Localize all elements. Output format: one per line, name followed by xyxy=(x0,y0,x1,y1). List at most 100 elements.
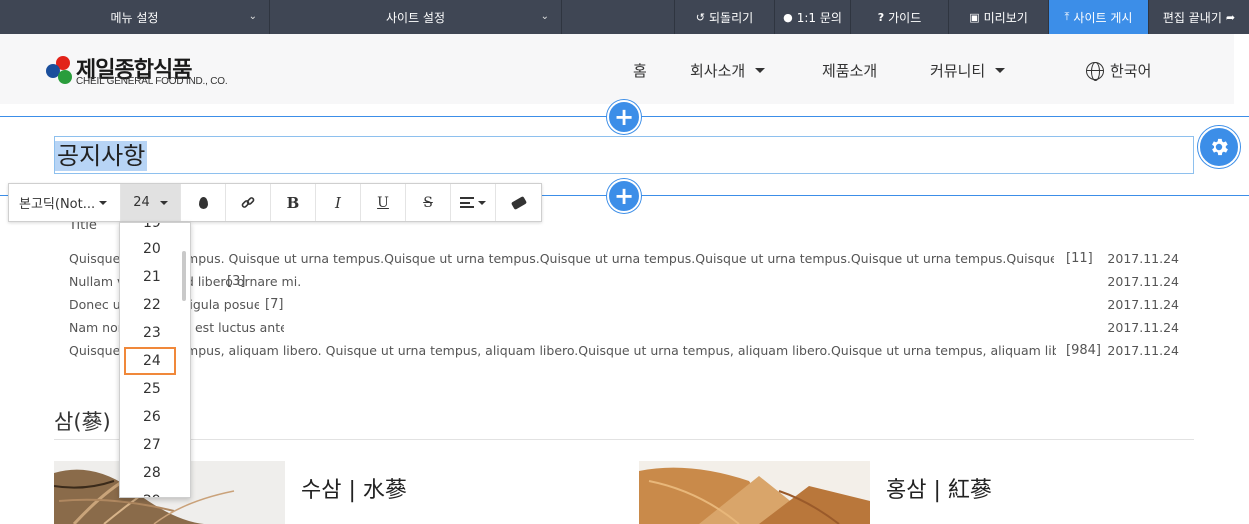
inquiry-label: 1:1 문의 xyxy=(796,10,842,25)
upload-circle-icon: ⤒ xyxy=(1064,10,1070,23)
product-name-red-ginseng[interactable]: 홍삼 | 紅蔘 xyxy=(886,472,992,504)
comment-count: [3] xyxy=(227,273,246,289)
board-row[interactable]: Donec ut lorem at ligula posuere id mi p… xyxy=(69,294,1179,314)
undo-button[interactable]: ↺ 되돌리기 xyxy=(675,0,775,34)
post-date: 2017.11.24 xyxy=(1107,273,1179,289)
nav-item-products[interactable]: 제품소개 xyxy=(822,60,877,81)
font-size-option[interactable]: 23 xyxy=(120,319,180,347)
nav-item-community[interactable]: 커뮤니티 xyxy=(930,60,1006,81)
bold-icon: B xyxy=(286,193,300,212)
italic-button[interactable]: I xyxy=(316,184,361,221)
clear-format-button[interactable] xyxy=(496,184,541,221)
caret-down-icon xyxy=(478,200,486,205)
gear-icon xyxy=(1212,138,1228,156)
underline-icon: U xyxy=(377,194,389,211)
exit-edit-button[interactable]: 편집 끝내기 ➦ xyxy=(1149,0,1249,34)
globe-icon xyxy=(1086,61,1104,81)
strikethrough-button[interactable]: S xyxy=(406,184,451,221)
text-editor-toolbar: 본고딕(Not... 24 B I U S xyxy=(8,183,542,222)
publish-label: 사이트 게시 xyxy=(1073,10,1133,25)
language-selector[interactable]: 한국어 xyxy=(1086,60,1151,81)
admin-toolbar: 메뉴 설정 ⌄ 사이트 설정 ⌄ ↺ 되돌리기 ● 1:1 문의 ? 가이드 ▣… xyxy=(0,0,1249,34)
board-row[interactable]: Nam non mauris ac est luctus ante accums… xyxy=(69,317,1179,337)
font-size-option[interactable]: 27 xyxy=(120,431,180,459)
font-size-option[interactable]: 28 xyxy=(120,459,180,487)
preview-label: 미리보기 xyxy=(983,10,1028,25)
font-size-select[interactable]: 24 xyxy=(121,184,181,221)
preview-button[interactable]: ▣ 미리보기 xyxy=(949,0,1049,34)
nav-item-company[interactable]: 회사소개 xyxy=(690,60,766,81)
link-button[interactable] xyxy=(226,184,271,221)
eraser-icon xyxy=(510,195,527,210)
board-row[interactable]: Nullam vel ante sed libero ornare mi. [3… xyxy=(69,271,1179,291)
category-divider xyxy=(54,439,1194,440)
undo-icon: ↺ xyxy=(695,10,706,24)
chevron-down-icon: ⌄ xyxy=(248,11,257,22)
publish-button[interactable]: ⤒ 사이트 게시 xyxy=(1049,0,1149,34)
strikethrough-icon: S xyxy=(423,194,433,211)
logo-mark-icon xyxy=(46,56,74,86)
comment-count: [7] xyxy=(265,296,284,312)
board-row[interactable]: Quisque ut urna tempus. Quisque ut urna … xyxy=(69,248,1179,268)
site-settings-label: 사이트 설정 xyxy=(385,10,445,25)
logo-subtitle: CHEIL GENERAL FOOD IND., CO. xyxy=(76,76,228,87)
comment-count: [11] xyxy=(1066,250,1093,266)
font-size-option[interactable]: 21 xyxy=(120,263,180,291)
align-left-icon xyxy=(460,197,474,208)
red-ginseng-image[interactable] xyxy=(639,461,870,524)
underline-button[interactable]: U xyxy=(361,184,406,221)
chevron-down-icon: ⌄ xyxy=(540,11,549,22)
admin-bar-spacer xyxy=(562,0,675,34)
board-row[interactable]: Quisque ut urna tempus, aliquam libero. … xyxy=(69,340,1179,360)
exit-edit-label: 편집 끝내기 xyxy=(1162,10,1222,25)
color-drop-icon xyxy=(198,196,208,209)
post-date: 2017.11.24 xyxy=(1107,250,1179,266)
align-button[interactable] xyxy=(451,184,496,221)
share-arrow-icon: ➦ xyxy=(1225,10,1236,24)
font-size-option[interactable]: 20 xyxy=(120,235,180,263)
plus-icon: + xyxy=(613,182,635,210)
dropdown-scrollbar[interactable] xyxy=(182,251,186,301)
nav-community-label: 커뮤니티 xyxy=(930,62,986,80)
font-size-option-selected[interactable]: 24 xyxy=(124,347,176,375)
caret-down-icon xyxy=(755,68,766,73)
font-size-option[interactable]: 25 xyxy=(120,375,180,403)
product-name-fresh-ginseng[interactable]: 수삼 | 水蔘 xyxy=(301,472,407,504)
add-section-button-top[interactable]: + xyxy=(607,100,641,134)
font-family-value: 본고딕(Not... xyxy=(19,197,96,212)
caret-down-icon xyxy=(995,68,1006,73)
red-ginseng-photo xyxy=(639,461,870,524)
guide-button[interactable]: ? 가이드 xyxy=(851,0,949,34)
section-title[interactable]: 공지사항 xyxy=(55,141,148,171)
inquiry-button[interactable]: ● 1:1 문의 xyxy=(775,0,851,34)
font-size-option[interactable]: 26 xyxy=(120,403,180,431)
board-row-title[interactable]: Quisque ut urna tempus, aliquam libero. … xyxy=(69,343,1056,358)
site-header: 제일종합식품 CHEIL GENERAL FOOD IND., CO. 홈 회사… xyxy=(0,34,1234,104)
italic-icon: I xyxy=(335,193,341,212)
section-settings-button[interactable] xyxy=(1198,126,1240,168)
monitor-icon: ▣ xyxy=(969,10,980,24)
caret-down-icon xyxy=(159,200,168,205)
undo-label: 되돌리기 xyxy=(709,10,754,25)
section-title-editor[interactable]: 공지사항 xyxy=(54,136,1194,174)
font-size-dropdown[interactable]: 19 20 21 22 23 24 25 26 27 28 29 xyxy=(119,222,191,498)
language-label: 한국어 xyxy=(1110,62,1152,80)
site-settings-dropdown[interactable]: 사이트 설정 ⌄ xyxy=(270,0,562,34)
comment-count: [984] xyxy=(1066,342,1101,358)
link-icon xyxy=(241,196,255,208)
user-icon: ● xyxy=(783,10,793,24)
bold-button[interactable]: B xyxy=(271,184,316,221)
menu-settings-dropdown[interactable]: 메뉴 설정 ⌄ xyxy=(0,0,270,34)
font-size-option[interactable]: 22 xyxy=(120,291,180,319)
board-row-title[interactable]: Quisque ut urna tempus. Quisque ut urna … xyxy=(69,251,1054,266)
font-family-select[interactable]: 본고딕(Not... xyxy=(9,184,121,221)
font-size-option[interactable]: 29 xyxy=(120,487,180,497)
text-color-button[interactable] xyxy=(181,184,226,221)
nav-item-home[interactable]: 홈 xyxy=(633,60,647,81)
caret-down-icon xyxy=(99,200,108,205)
plus-icon: + xyxy=(613,103,635,131)
post-date: 2017.11.24 xyxy=(1107,319,1179,335)
company-logo[interactable]: 제일종합식품 CHEIL GENERAL FOOD IND., CO. xyxy=(46,54,246,90)
post-date: 2017.11.24 xyxy=(1107,296,1179,312)
add-section-button-bottom[interactable]: + xyxy=(607,179,641,213)
